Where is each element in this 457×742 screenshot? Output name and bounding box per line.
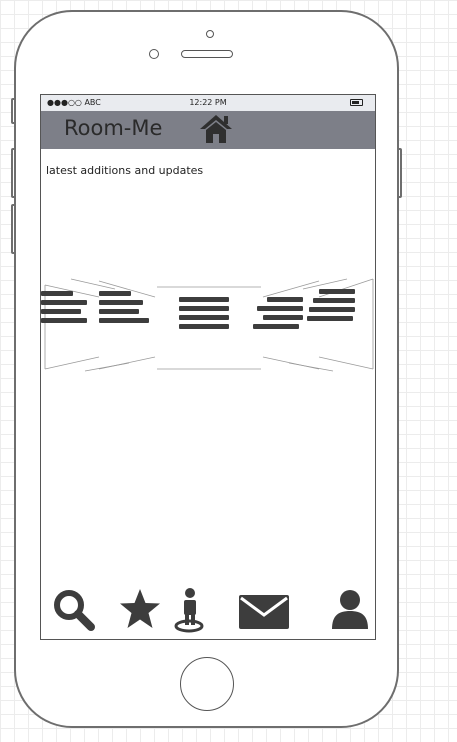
menu-line: [253, 324, 299, 329]
earpiece-speaker: [181, 50, 233, 58]
person-location-icon[interactable]: [169, 587, 219, 633]
menu-line: [309, 307, 355, 312]
menu-line: [313, 298, 355, 303]
power-button: [397, 148, 402, 198]
envelope-icon[interactable]: [237, 587, 293, 633]
menu-line: [41, 300, 87, 305]
status-time: 12:22 PM: [189, 98, 227, 107]
volume-down-button: [11, 204, 16, 254]
carousel-item-1[interactable]: [41, 291, 87, 331]
battery-icon: [350, 99, 363, 106]
updates-carousel[interactable]: [41, 273, 375, 373]
menu-line: [99, 309, 139, 314]
menu-line: [267, 297, 303, 302]
front-camera: [206, 30, 214, 38]
menu-line: [99, 291, 131, 296]
menu-line: [263, 315, 303, 320]
menu-line: [41, 318, 87, 323]
home-button[interactable]: [180, 657, 234, 711]
carousel-item-5[interactable]: [307, 289, 355, 329]
phone-screen: ●●●○○ ABC 12:22 PM Room-Me latest additi…: [40, 94, 376, 640]
menu-line: [41, 291, 73, 296]
mute-switch: [11, 98, 16, 124]
search-icon[interactable]: [51, 587, 101, 633]
carousel-item-3[interactable]: [179, 297, 229, 337]
star-icon[interactable]: [115, 587, 165, 633]
menu-line: [99, 300, 143, 305]
menu-line: [99, 318, 149, 323]
status-bar: ●●●○○ ABC 12:22 PM: [41, 95, 375, 111]
menu-line: [179, 315, 229, 320]
proximity-sensor: [149, 49, 159, 59]
user-icon[interactable]: [327, 587, 375, 633]
menu-line: [179, 324, 229, 329]
section-heading: latest additions and updates: [46, 164, 204, 177]
carousel-item-4[interactable]: [253, 297, 303, 337]
volume-up-button: [11, 148, 16, 198]
menu-line: [257, 306, 303, 311]
menu-line: [41, 309, 81, 314]
menu-line: [307, 316, 353, 321]
menu-line: [319, 289, 355, 294]
app-title: Room-Me: [64, 116, 163, 140]
menu-line: [179, 297, 229, 302]
tab-bar: [41, 587, 375, 639]
menu-line: [179, 306, 229, 311]
app-bar: Room-Me: [41, 111, 375, 149]
home-icon[interactable]: [198, 113, 234, 149]
carousel-item-2[interactable]: [97, 291, 149, 331]
